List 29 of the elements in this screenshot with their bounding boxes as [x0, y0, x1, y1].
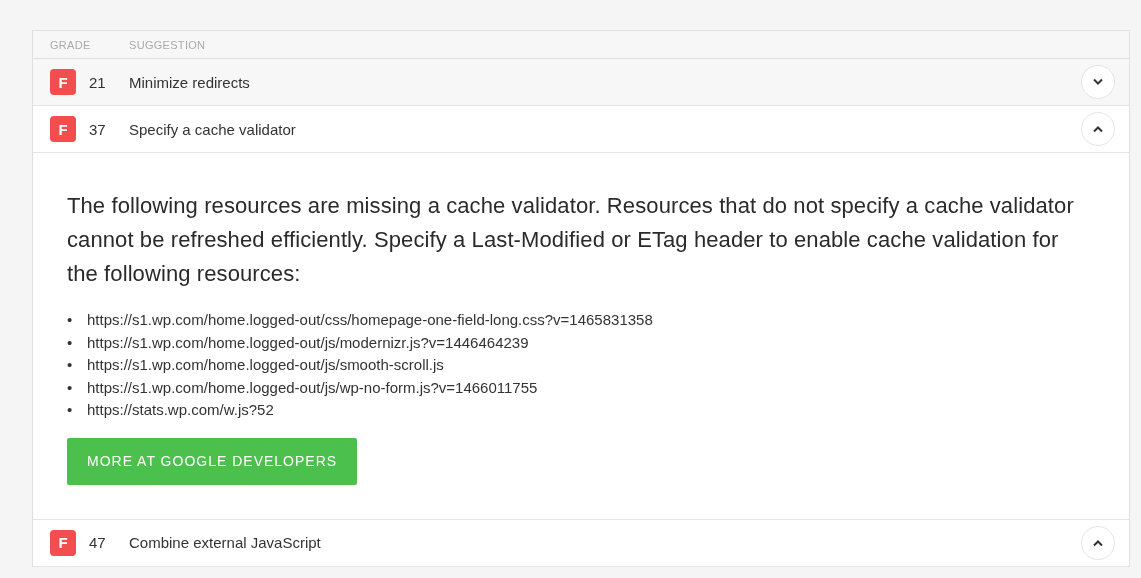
score: 21 — [89, 73, 106, 91]
resource-url: https://stats.wp.com/w.js?52 — [87, 400, 274, 420]
description: The following resources are missing a cache validator. Resources that do not specify a cache validator cannot be refreshed efficiently. Specify a Last-Modified or ETag header to enable cache validation for the following resources: — [67, 192, 1075, 288]
resource-url: https://s1.wp.com/home.logged-out/css/homepage-one-field-long.css?v=1465831358 — [87, 310, 653, 330]
column-header: GRADE — [49, 38, 92, 51]
chevron-up-icon — [1092, 125, 1104, 133]
bullet: • — [67, 310, 74, 330]
bullet: • — [67, 355, 74, 375]
column-header: SUGGESTION — [129, 38, 206, 51]
grade-badge: F — [50, 69, 76, 95]
bullet: • — [67, 332, 74, 353]
grade-badge: F — [50, 116, 76, 142]
expand-toggle-button[interactable] — [1081, 65, 1115, 99]
expand-toggle-button[interactable] — [1081, 112, 1115, 146]
suggestion-title: Specify a cache validator — [129, 120, 297, 138]
score: 37 — [89, 120, 106, 138]
resource-url: https://s1.wp.com/home.logged-out/js/smooth-scroll.js — [87, 355, 444, 375]
resource-url: https://s1.wp.com/home.logged-out/js/wp-no-form.js?v=1466011755 — [87, 377, 538, 398]
resource-url: https://s1.wp.com/home.logged-out/js/modernizr.js?v=1446464239 — [87, 332, 529, 353]
chevron-down-icon — [1092, 78, 1104, 86]
suggestion-title: Minimize redirects — [129, 73, 251, 91]
bullet: • — [67, 400, 74, 420]
expand-toggle-button[interactable] — [1081, 525, 1115, 560]
score: 47 — [89, 534, 106, 551]
more-button[interactable]: MORE AT GOOGLE DEVELOPERS — [67, 437, 358, 485]
grade-badge: F — [50, 529, 76, 556]
suggestion-title: Combine external JavaScript — [129, 534, 322, 551]
chevron-up-icon — [1092, 538, 1104, 547]
bullet: • — [67, 377, 74, 398]
